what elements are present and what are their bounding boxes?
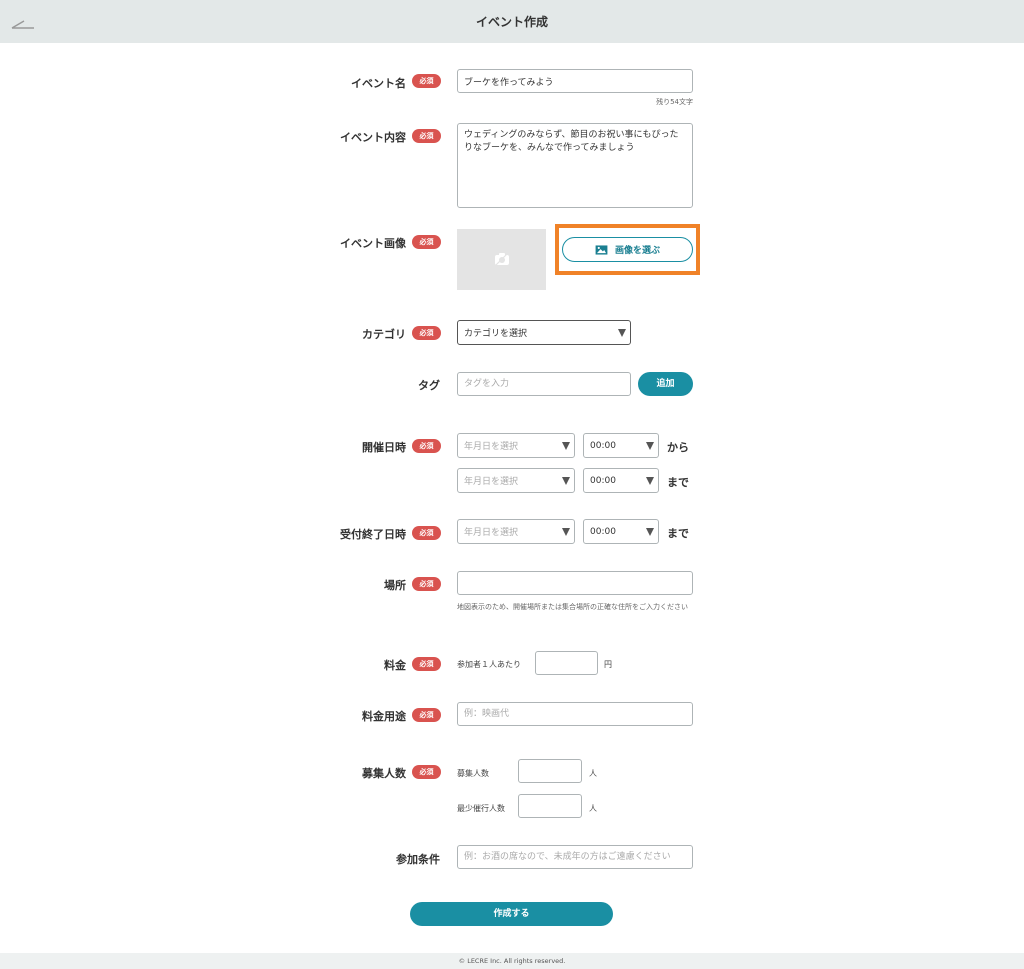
min-count-input[interactable] [518, 794, 582, 818]
event-content-textarea[interactable]: ウェディングのみならず、節目のお祝い事にもぴったりなブーケを、みんなで作ってみま… [457, 123, 693, 208]
tag-label: タグ [418, 379, 440, 392]
chevron-down-icon [618, 328, 626, 337]
image-placeholder [457, 229, 546, 290]
deadline-time-value: 00:00 [590, 526, 616, 537]
deadline-until-label: まで [667, 527, 689, 540]
fee-usage-input[interactable] [457, 702, 693, 726]
camera-icon [495, 252, 509, 266]
event-datetime-label: 開催日時 [362, 441, 406, 454]
recruit-count-unit: 人 [589, 769, 597, 778]
app-header: イベント作成 [0, 0, 1024, 43]
choose-image-label: 画像を選ぶ [614, 246, 660, 256]
until-label: まで [667, 476, 689, 489]
chevron-down-icon [646, 441, 654, 450]
deadline-time-select[interactable]: 00:00 [583, 519, 659, 544]
start-date-select[interactable]: 年月日を選択 [457, 433, 575, 458]
required-badge: 必須 [412, 577, 441, 591]
location-note: 地図表示のため、開催場所または集合場所の正確な住所をご入力ください [457, 603, 688, 611]
end-date-select[interactable]: 年月日を選択 [457, 468, 575, 493]
fee-unit: 円 [604, 660, 612, 669]
event-name-input[interactable] [457, 69, 693, 93]
fee-label: 料金 [384, 659, 406, 672]
recruit-count-input[interactable] [518, 759, 582, 783]
end-date-value: 年月日を選択 [464, 477, 519, 487]
event-image-label: イベント画像 [340, 237, 406, 250]
conditions-label: 参加条件 [396, 853, 440, 866]
footer: © LECRE Inc. All rights reserved. [0, 953, 1024, 969]
end-time-select[interactable]: 00:00 [583, 468, 659, 493]
location-input[interactable] [457, 571, 693, 595]
from-label: から [667, 441, 689, 454]
add-tag-button[interactable]: 追加 [638, 372, 693, 396]
create-button[interactable]: 作成する [410, 902, 613, 926]
recruit-count-label: 募集人数 [457, 769, 489, 778]
category-selected: カテゴリを選択 [464, 329, 528, 339]
required-badge: 必須 [412, 129, 441, 143]
fee-prefix: 参加者１人あたり [457, 660, 521, 669]
deadline-date-select[interactable]: 年月日を選択 [457, 519, 575, 544]
deadline-date-value: 年月日を選択 [464, 528, 519, 538]
deadline-label: 受付終了日時 [340, 528, 406, 541]
location-label: 場所 [384, 579, 406, 592]
end-time-value: 00:00 [590, 475, 616, 486]
required-badge: 必須 [412, 439, 441, 453]
event-content-label: イベント内容 [340, 131, 406, 144]
conditions-input[interactable] [457, 845, 693, 869]
category-label: カテゴリ [362, 328, 406, 341]
required-badge: 必須 [412, 708, 441, 722]
required-badge: 必須 [412, 326, 441, 340]
start-date-value: 年月日を選択 [464, 442, 519, 452]
required-badge: 必須 [412, 526, 441, 540]
image-icon [595, 244, 608, 255]
choose-image-button[interactable]: 画像を選ぶ [562, 237, 693, 262]
min-count-label: 最少催行人数 [457, 804, 505, 813]
category-select[interactable]: カテゴリを選択 [457, 320, 631, 345]
chevron-down-icon [562, 441, 570, 450]
start-time-select[interactable]: 00:00 [583, 433, 659, 458]
event-name-label: イベント名 [351, 77, 406, 90]
required-badge: 必須 [412, 74, 441, 88]
required-badge: 必須 [412, 235, 441, 249]
min-count-unit: 人 [589, 804, 597, 813]
chevron-down-icon [562, 476, 570, 485]
remaining-chars: 残り54文字 [656, 98, 693, 106]
page-title: イベント作成 [475, 15, 548, 29]
start-time-value: 00:00 [590, 440, 616, 451]
chevron-down-icon [646, 527, 654, 536]
capacity-label: 募集人数 [362, 767, 406, 780]
tag-input[interactable] [457, 372, 631, 396]
required-badge: 必須 [412, 765, 441, 779]
chevron-down-icon [646, 476, 654, 485]
chevron-down-icon [562, 527, 570, 536]
fee-input[interactable] [535, 651, 598, 675]
required-badge: 必須 [412, 657, 441, 671]
fee-usage-label: 料金用途 [362, 710, 406, 723]
